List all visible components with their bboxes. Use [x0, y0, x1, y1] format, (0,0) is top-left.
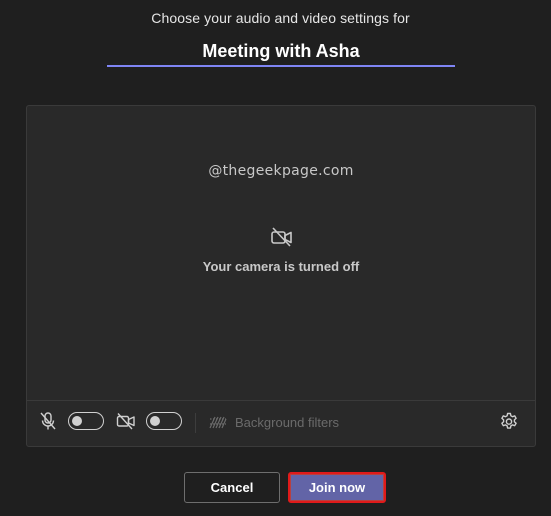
background-filters-button[interactable]: Background filters	[209, 412, 339, 432]
watermark-text: @thegeekpage.com	[208, 163, 354, 179]
settings-subtitle: Choose your audio and video settings for	[151, 10, 410, 26]
background-blur-icon	[209, 416, 227, 429]
join-now-button[interactable]: Join now	[288, 472, 386, 503]
pre-join-screen: Choose your audio and video settings for…	[0, 0, 551, 516]
video-off-icon[interactable]	[116, 411, 136, 431]
camera-toggle[interactable]	[146, 412, 182, 430]
toggle-knob	[150, 415, 160, 426]
microphone-toggle[interactable]	[68, 412, 104, 430]
background-filters-label: Background filters	[235, 414, 340, 430]
video-off-icon	[271, 227, 292, 247]
camera-off-message: Your camera is turned off	[202, 259, 360, 274]
mic-off-icon[interactable]	[39, 411, 57, 431]
video-preview-panel: @thegeekpage.com Your camera is turned o…	[26, 105, 536, 447]
controls-divider	[195, 413, 196, 433]
toggle-knob	[72, 415, 82, 426]
gear-icon[interactable]	[499, 412, 519, 432]
cancel-button[interactable]: Cancel	[184, 472, 280, 503]
device-controls-bar: Background filters	[27, 400, 535, 446]
meeting-title: Meeting with Asha	[107, 39, 455, 67]
